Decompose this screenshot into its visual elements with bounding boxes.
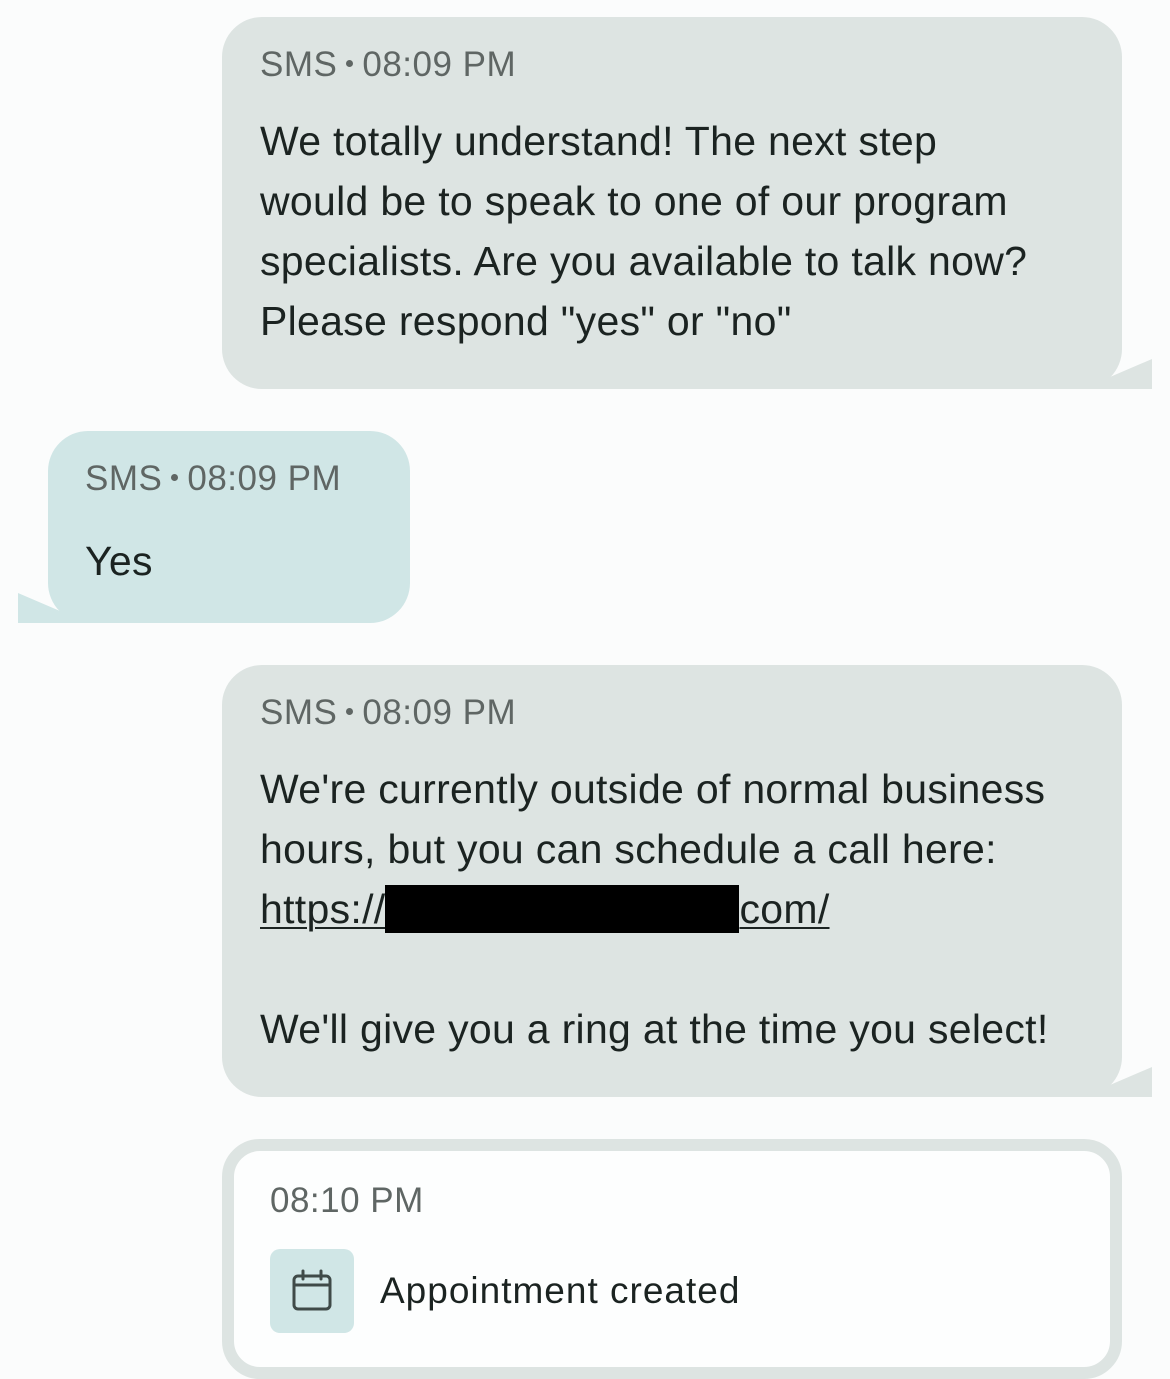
schedule-link[interactable]: https:// com/ — [260, 879, 1084, 939]
channel-label: SMS — [85, 459, 163, 498]
message-bubble-outgoing[interactable]: SMS 08:09 PM We're currently outside of n… — [222, 665, 1152, 1097]
message-meta: SMS 08:09 PM — [85, 459, 373, 499]
bubble-tail — [1082, 1067, 1152, 1097]
message-line: would be to speak to one of our program — [260, 178, 1008, 224]
message-time: 08:09 PM — [362, 693, 517, 732]
calendar-icon — [270, 1249, 354, 1333]
message-meta: SMS 08:09 PM — [260, 45, 1084, 85]
separator-dot — [346, 708, 354, 716]
message-line: Yes — [85, 538, 153, 584]
event-label: Appointment created — [380, 1270, 741, 1311]
channel-label: SMS — [260, 693, 338, 732]
message-meta: SMS 08:09 PM — [260, 693, 1084, 733]
bubble-tail — [1082, 359, 1152, 389]
message-line: Please respond "yes" or "no" — [260, 298, 792, 344]
separator-dot — [346, 60, 354, 68]
message-text: We totally understand! The next step wou… — [260, 111, 1084, 351]
redacted-block — [385, 885, 740, 933]
message-bubble-outgoing[interactable]: SMS 08:09 PM We totally understand! The n… — [222, 17, 1152, 389]
message-bubble-incoming[interactable]: SMS 08:09 PM Yes — [18, 431, 410, 623]
link-prefix[interactable]: https:// — [260, 886, 385, 932]
message-line: We're currently outside of normal busine… — [260, 766, 1046, 812]
message-line: hours, but you can schedule a call here: — [260, 826, 997, 872]
link-suffix[interactable]: com/ — [739, 886, 829, 932]
message-time: 08:09 PM — [362, 45, 517, 84]
channel-label: SMS — [260, 45, 338, 84]
separator-dot — [171, 474, 179, 482]
event-row: Appointment created — [270, 1249, 1110, 1333]
message-text: We're currently outside of normal busine… — [260, 759, 1084, 1059]
message-text: Yes — [85, 531, 373, 591]
message-line: We'll give you a ring at the time you se… — [260, 1006, 1049, 1052]
bubble-tail — [18, 593, 88, 623]
message-line: specialists. Are you available to talk n… — [260, 238, 1028, 284]
appointment-event-card[interactable]: 08:10 PM Appointment created — [222, 1139, 1122, 1379]
message-time: 08:09 PM — [187, 459, 342, 498]
event-time: 08:10 PM — [270, 1181, 424, 1220]
message-line: We totally understand! The next step — [260, 118, 938, 164]
